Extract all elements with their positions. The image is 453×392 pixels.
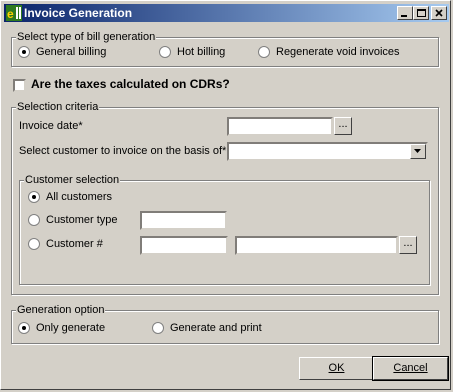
regenerate-void-radio[interactable] bbox=[258, 46, 270, 58]
minimize-button[interactable] bbox=[397, 6, 413, 20]
taxes-checkbox[interactable] bbox=[13, 79, 26, 92]
general-billing-label[interactable]: General billing bbox=[36, 46, 106, 59]
only-generate-radio[interactable] bbox=[18, 322, 30, 334]
all-customers-radio[interactable] bbox=[28, 191, 40, 203]
invoice-date-field[interactable] bbox=[227, 117, 333, 136]
customer-number-field[interactable] bbox=[140, 236, 228, 255]
customer-basis-label: Select customer to invoice on the basis … bbox=[19, 145, 227, 157]
svg-text:e: e bbox=[7, 7, 14, 21]
ok-button-label: OK bbox=[328, 362, 345, 374]
selection-criteria-label: Selection criteria bbox=[16, 101, 100, 113]
generate-and-print-radio[interactable] bbox=[152, 322, 164, 334]
customer-basis-dropdown[interactable] bbox=[227, 142, 428, 161]
customer-type-dropdown[interactable] bbox=[140, 211, 227, 230]
bill-type-group-label: Select type of bill generation bbox=[16, 31, 157, 43]
cancel-button-label: Cancel bbox=[393, 362, 428, 374]
cancel-button[interactable]: Cancel bbox=[372, 356, 449, 381]
customer-name-field[interactable] bbox=[235, 236, 398, 255]
invoice-date-picker-button[interactable]: ... bbox=[334, 117, 352, 135]
only-generate-label[interactable]: Only generate bbox=[36, 322, 105, 335]
customer-number-label[interactable]: Customer # bbox=[46, 238, 103, 251]
generate-and-print-label[interactable]: Generate and print bbox=[170, 322, 262, 335]
close-button[interactable] bbox=[431, 6, 447, 20]
customer-number-radio[interactable] bbox=[28, 238, 40, 250]
generation-option-label: Generation option bbox=[16, 304, 106, 316]
minimize-icon bbox=[401, 15, 407, 17]
invoice-date-label: Invoice date* bbox=[19, 120, 83, 132]
hot-billing-radio[interactable] bbox=[159, 46, 171, 58]
close-icon bbox=[435, 9, 443, 17]
window-title: Invoice Generation bbox=[24, 6, 133, 20]
customer-type-label[interactable]: Customer type bbox=[46, 214, 118, 227]
hot-billing-label[interactable]: Hot billing bbox=[177, 46, 225, 59]
all-customers-label[interactable]: All customers bbox=[46, 191, 112, 204]
taxes-label[interactable]: Are the taxes calculated on CDRs? bbox=[31, 78, 230, 91]
title-bar[interactable]: e Invoice Generation bbox=[4, 4, 449, 22]
regenerate-void-label[interactable]: Regenerate void invoices bbox=[276, 46, 400, 59]
customer-lookup-button[interactable]: ... bbox=[399, 236, 417, 254]
general-billing-radio[interactable] bbox=[18, 46, 30, 58]
customer-basis-dropdown-button[interactable] bbox=[410, 144, 426, 159]
app-logo-icon: e bbox=[6, 5, 22, 21]
maximize-button[interactable] bbox=[413, 6, 429, 20]
ok-button[interactable]: OK bbox=[299, 357, 374, 380]
chevron-down-icon bbox=[414, 149, 421, 153]
invoice-generation-window: e Invoice Generation Select type of bill… bbox=[0, 0, 451, 390]
customer-selection-label: Customer selection bbox=[24, 174, 121, 186]
customer-type-radio[interactable] bbox=[28, 214, 40, 226]
maximize-icon bbox=[417, 9, 426, 17]
